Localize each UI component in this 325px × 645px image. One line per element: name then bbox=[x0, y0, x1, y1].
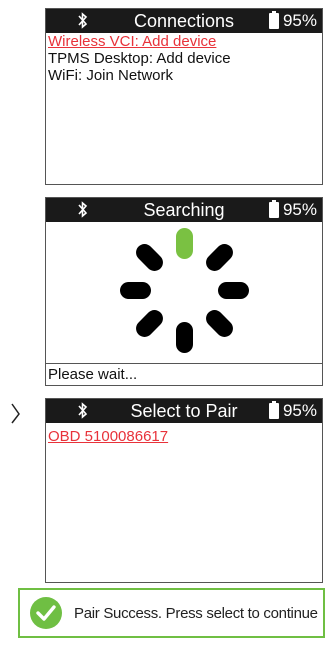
status-footer: Please wait... bbox=[46, 363, 322, 385]
battery-percent: 95% bbox=[282, 11, 317, 30]
battery-icon bbox=[268, 11, 279, 29]
battery-icon bbox=[268, 401, 279, 419]
pair-success-notification: Pair Success. Press select to continue bbox=[18, 588, 325, 638]
title-bar: Connections 95% bbox=[46, 9, 322, 33]
battery-icon bbox=[268, 200, 279, 218]
spinner-dot bbox=[132, 306, 167, 341]
side-mark-icon bbox=[11, 403, 20, 424]
spinner-dot bbox=[202, 306, 237, 341]
title-bar: Searching 95% bbox=[46, 198, 322, 222]
spinner-dot bbox=[132, 240, 167, 275]
menu-item-wireless-vci[interactable]: Wireless VCI: Add device bbox=[46, 33, 322, 50]
battery-percent: 95% bbox=[282, 200, 317, 219]
spinner-dot bbox=[218, 282, 249, 299]
menu-item-tpms-desktop[interactable]: TPMS Desktop: Add device bbox=[46, 50, 322, 67]
check-circle-icon bbox=[30, 597, 62, 629]
searching-screen: Searching 95% Please wait... bbox=[45, 197, 323, 386]
title-bar: Select to Pair 95% bbox=[46, 399, 322, 423]
battery-indicator: 95% bbox=[268, 200, 317, 220]
spinner-dot bbox=[202, 240, 237, 275]
battery-indicator: 95% bbox=[268, 401, 317, 421]
select-to-pair-screen: Select to Pair 95% OBD 5100086617 bbox=[45, 398, 323, 583]
spinner-dot bbox=[176, 228, 193, 259]
battery-indicator: 95% bbox=[268, 11, 317, 31]
loading-spinner bbox=[46, 222, 322, 359]
menu-item-wifi[interactable]: WiFi: Join Network bbox=[46, 67, 322, 84]
spinner-dot bbox=[120, 282, 151, 299]
notification-text: Pair Success. Press select to continue bbox=[74, 604, 318, 622]
device-item-obd[interactable]: OBD 5100086617 bbox=[46, 428, 322, 445]
spinner-dot bbox=[176, 322, 193, 353]
battery-percent: 95% bbox=[282, 401, 317, 420]
connections-screen: Connections 95% Wireless VCI: Add device… bbox=[45, 8, 323, 185]
